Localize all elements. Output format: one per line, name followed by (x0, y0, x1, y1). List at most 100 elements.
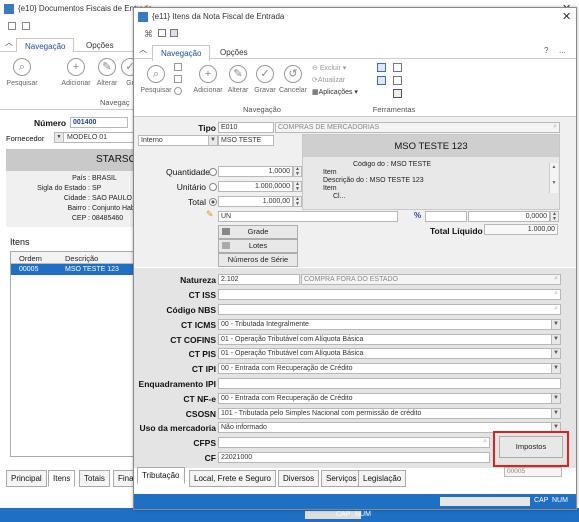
back-alterar-button[interactable]: ✎ Alterar (93, 58, 121, 87)
cf-field[interactable]: 22021000 (218, 452, 490, 463)
nbs-field[interactable]: ⌕ (218, 304, 561, 315)
tab-diversos[interactable]: Diversos (278, 470, 320, 487)
back-tab-itens[interactable]: Itens (48, 470, 76, 487)
back-tab-totais[interactable]: Totais (79, 470, 110, 487)
calendar-icon[interactable] (377, 63, 386, 72)
print-icon[interactable] (393, 89, 402, 98)
percent-spinner[interactable]: ▲ ▼ (550, 211, 559, 222)
back-tab-principal[interactable]: Principal (6, 470, 47, 487)
fornecedor-dropdown-icon[interactable]: ▼ (55, 133, 64, 142)
table-row[interactable]: 00005 MSO TESTE 123 (11, 264, 141, 275)
aplicacoes-button[interactable]: ▦Aplicações ▾ (312, 88, 358, 96)
back-adicionar-button[interactable]: + Adicionar (60, 58, 92, 87)
help-icon[interactable]: ? (544, 46, 548, 55)
back-pesquisar-button[interactable]: ⌕ Pesquisar (6, 58, 38, 87)
order-field: 00005 (504, 467, 562, 477)
ct-cofins-select[interactable]: 01 - Operação Tributável com Alíquota Bá… (218, 334, 561, 345)
atualizar-button[interactable]: ⟳Atualizar (312, 76, 345, 84)
produto-field[interactable]: MSO TESTE (218, 135, 274, 146)
cfps-field[interactable]: ⌕ (218, 437, 490, 448)
front-tab-opcoes[interactable]: Opções (212, 45, 256, 60)
status-cap: CAP (534, 497, 549, 504)
unitario-field[interactable]: 1.000,0000 (218, 181, 293, 192)
chevron-down-icon[interactable]: ▼ (208, 136, 217, 145)
chevron-down-icon[interactable]: ▼ (551, 320, 560, 329)
un-field[interactable]: UN (218, 211, 398, 222)
cancelar-button[interactable]: ↺ Cancelar (278, 65, 308, 94)
search-icon[interactable]: ⌕ (553, 123, 557, 131)
pencil-icon: ✎ (98, 58, 116, 76)
chevron-down-icon[interactable]: ▼ (551, 409, 560, 418)
natureza-field[interactable]: 2.102 (218, 274, 300, 285)
pesquisar-button[interactable]: ⌕ Pesquisar (140, 65, 172, 94)
excluir-button[interactable]: ⊖ Excluir ▾ (312, 64, 346, 72)
tab-legislacao[interactable]: Legislação (358, 470, 407, 487)
pencil-icon: ✎ (229, 65, 247, 83)
ct-nfe-select[interactable]: 00 - Entrada com Recuperação de Crédito ▼ (218, 393, 561, 404)
qa-icon-2[interactable] (158, 29, 166, 37)
front-quickaccess: ⌘ (144, 28, 204, 40)
document-icon[interactable] (393, 76, 402, 85)
copy-icon[interactable] (393, 63, 402, 72)
numeros-serie-button[interactable]: Números de Série (218, 253, 298, 267)
impostos-button[interactable]: Impostos (499, 436, 563, 458)
col-descricao[interactable]: Descrição (65, 254, 98, 263)
ct-pis-select[interactable]: 01 - Operação Tributável com Alíquota Bá… (218, 348, 561, 359)
tab-servicos[interactable]: Serviços (321, 470, 362, 487)
total-radio[interactable] (209, 198, 217, 206)
back-tab-opcoes[interactable]: Opções (78, 38, 122, 53)
fornecedor-field[interactable]: ▼ MODELO 01 (54, 132, 140, 143)
ct-icms-select[interactable]: 00 - Tributada Integralmente ▼ (218, 319, 561, 330)
chevron-down-icon[interactable]: ▼ (551, 335, 560, 344)
qa-icon-1[interactable]: ⌘ (144, 29, 153, 40)
alterar-button[interactable]: ✎ Alterar (224, 65, 252, 94)
chevron-up-icon[interactable]: ︿ (5, 37, 13, 48)
info-value: SP (92, 185, 102, 192)
percent-value-field[interactable]: 0,0000 (468, 211, 550, 222)
percent-field[interactable] (425, 211, 467, 222)
total-spinner[interactable]: ▲ ▼ (293, 196, 302, 207)
info-label: Sigla do Estado : (37, 185, 90, 192)
tab-local-frete[interactable]: Local, Frete e Seguro (189, 470, 276, 487)
percent-icon[interactable]: % (414, 211, 421, 220)
help-small-icon[interactable] (174, 87, 182, 95)
search-icon[interactable]: ⌕ (483, 438, 487, 446)
produto-scrollbar[interactable]: ▲ ▼ (549, 163, 558, 193)
quantidade-field[interactable]: 1,0000 (218, 166, 293, 177)
close-icon[interactable]: ✕ (562, 10, 571, 23)
chevron-down-icon[interactable]: ▼ (551, 394, 560, 403)
page-icon[interactable] (174, 75, 182, 83)
interno-select[interactable]: Interno ▼ (138, 135, 218, 146)
quantidade-radio[interactable] (209, 168, 217, 176)
list-icon[interactable] (377, 76, 386, 85)
chevron-down-icon[interactable]: ▼ (551, 349, 560, 358)
more-icon[interactable]: ... (559, 46, 566, 55)
unitario-spinner[interactable]: ▲ ▼ (293, 181, 302, 192)
search-icon[interactable]: ⌕ (554, 290, 558, 298)
col-ordem[interactable]: Ordem (19, 254, 42, 263)
gravar-button[interactable]: ✓ Gravar (251, 65, 279, 94)
search-icon[interactable]: ⌕ (554, 305, 558, 313)
qa-icon-1[interactable] (8, 22, 16, 30)
tab-tributacao[interactable]: Tributação (137, 467, 185, 484)
pencil-icon[interactable]: ✎ (206, 209, 214, 220)
csosn-select[interactable]: 101 - Tributada pelo Simples Nacional co… (218, 408, 561, 419)
qa-icon-2[interactable] (22, 22, 30, 30)
ctiss-field[interactable]: ⌕ (218, 289, 561, 300)
enquadramento-ipi-field[interactable] (218, 378, 561, 389)
unitario-radio[interactable] (209, 183, 217, 191)
search-icon[interactable]: ⌕ (554, 275, 558, 283)
page-icon[interactable] (174, 63, 182, 71)
ct-ipi-select[interactable]: 00 - Entrada com Recuperação de Crédito ▼ (218, 363, 561, 374)
adicionar-button[interactable]: + Adicionar (192, 65, 224, 94)
qa-icon-3[interactable] (170, 29, 178, 37)
lotes-button[interactable]: Lotes (218, 239, 298, 253)
grade-button[interactable]: Grade (218, 225, 298, 239)
chevron-down-icon[interactable]: ▼ (551, 364, 560, 373)
quantidade-spinner[interactable]: ▲ ▼ (293, 166, 302, 177)
total-field[interactable]: 1.000,00 (218, 196, 293, 207)
cancelar-label: Cancelar (278, 87, 307, 94)
tipo-field[interactable]: E010 (218, 122, 274, 133)
chevron-up-icon[interactable]: ︿ (139, 44, 147, 55)
numero-field[interactable]: 001400 (70, 117, 128, 128)
